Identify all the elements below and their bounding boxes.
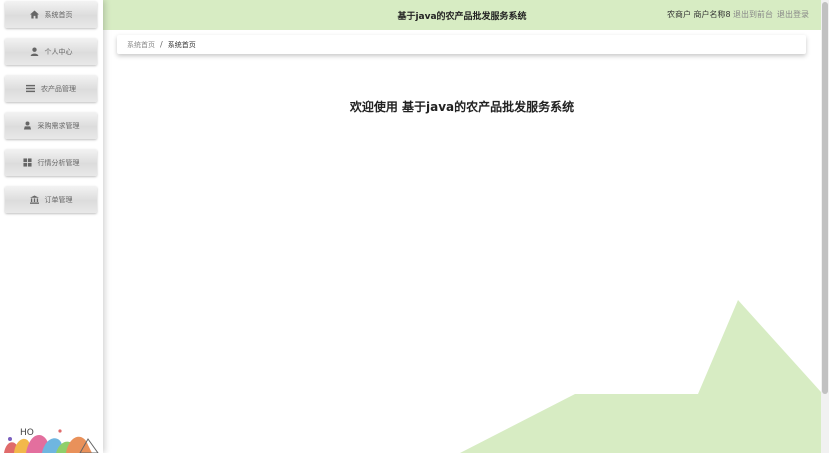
grid-icon (22, 158, 32, 167)
mountain-decoration (460, 300, 821, 453)
breadcrumb-current: 系统首页 (167, 40, 196, 49)
breadcrumb: 系统首页 / 系统首页 (117, 35, 806, 54)
logo-text: HO (20, 428, 34, 438)
sidebar-item-profile[interactable]: 个人中心 (5, 38, 97, 65)
sidebar-item-market[interactable]: 行情分析管理 (5, 149, 97, 176)
sidebar-item-purchase[interactable]: 采购需求管理 (5, 112, 97, 139)
back-to-front-link[interactable]: 退出到前台 (733, 9, 773, 20)
vertical-scrollbar[interactable] (821, 0, 829, 453)
breadcrumb-home[interactable]: 系统首页 (127, 40, 155, 50)
bank-icon (29, 195, 39, 204)
user-icon (30, 47, 39, 56)
sidebar-item-label: 行情分析管理 (37, 158, 80, 167)
welcome-heading: 欢迎使用 基于java的农产品批发服务系统 (349, 100, 575, 114)
sidebar-item-home[interactable]: 系统首页 (5, 1, 97, 28)
home-icon (29, 10, 39, 19)
top-header: 基于java的农产品批发服务系统 农商户 商户名称8 退出到前台 退出登录 (103, 0, 821, 30)
scrollbar-thumb[interactable] (822, 2, 828, 394)
sidebar-item-orders[interactable]: 订单管理 (5, 186, 97, 213)
breadcrumb-separator: / (160, 40, 163, 49)
sidebar: 系统首页 个人中心 农产品管理 采购需求管理 行情分析管理 订单管理 HO (0, 0, 103, 453)
sidebar-item-label: 订单管理 (44, 195, 73, 204)
current-user: 农商户 商户名称8 (667, 10, 731, 19)
sidebar-item-label: 农产品管理 (41, 84, 76, 93)
logout-link[interactable]: 退出登录 (777, 9, 809, 20)
list-icon (26, 84, 35, 93)
sidebar-item-label: 系统首页 (44, 10, 73, 19)
logo-art: HO (4, 428, 99, 453)
sidebar-item-label: 采购需求管理 (37, 121, 80, 130)
sidebar-item-label: 个人中心 (44, 47, 73, 56)
sidebar-item-products[interactable]: 农产品管理 (5, 75, 97, 102)
person-icon (23, 121, 32, 130)
